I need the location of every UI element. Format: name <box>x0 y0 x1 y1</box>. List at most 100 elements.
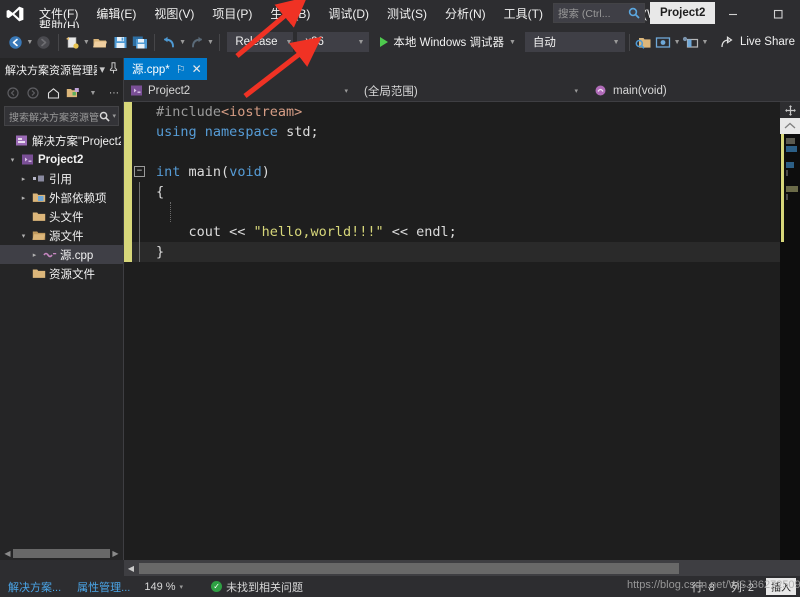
tree-item-source-cpp[interactable]: ▸ 源.cpp <box>0 245 123 264</box>
tree-item-solution[interactable]: 解决方案"Project2" <box>0 131 123 150</box>
code-editor[interactable]: #include<iostream> using namespace std; … <box>124 102 780 560</box>
chevron-down-icon[interactable]: ▼ <box>509 39 516 46</box>
maximize-button[interactable] <box>755 0 800 28</box>
tree-item-resource-files[interactable]: 资源文件 <box>0 264 123 283</box>
fold-collapse-icon[interactable]: − <box>134 166 145 177</box>
pin-icon[interactable] <box>107 62 120 77</box>
code-text: int main(void) <box>152 162 270 182</box>
minimize-button[interactable] <box>710 0 755 28</box>
scroll-left-icon[interactable]: ◀ <box>2 549 13 558</box>
editor-tab-source-cpp[interactable]: 源.cpp* ⚐ ✕ <box>124 58 207 80</box>
glyph-margin[interactable] <box>132 242 152 262</box>
breadcrumb-project[interactable]: Project2 ▾ <box>124 80 356 102</box>
scrollbar-thumb[interactable] <box>13 548 110 558</box>
tree-item-source-files[interactable]: ▾ 源文件 <box>0 226 123 245</box>
menu-edit[interactable]: 编辑(E) <box>87 3 145 25</box>
tab-pin-icon[interactable]: ⚐ <box>176 63 186 76</box>
navigate-back-caret-icon[interactable]: ▼ <box>26 31 34 53</box>
solution-search-input[interactable]: 搜索解决方案资源管 ▾ <box>4 106 119 126</box>
tree-expander[interactable]: ▸ <box>17 175 30 183</box>
solution-icon <box>13 134 30 147</box>
glyph-margin[interactable]: − <box>132 162 152 182</box>
menu-debug[interactable]: 调试(D) <box>319 3 378 25</box>
platform-combo[interactable]: x86 ▼ <box>297 32 370 52</box>
redo-caret-icon[interactable]: ▼ <box>206 31 214 53</box>
breadcrumb-scope[interactable]: (全局范围) ▾ <box>356 80 586 102</box>
panel-dropdown-icon[interactable]: ▾ <box>97 63 107 76</box>
status-property-link[interactable]: 属性管理... <box>69 579 138 595</box>
start-debugging-button[interactable]: 本地 Windows 调试器 ▼ <box>375 31 520 53</box>
glyph-margin[interactable] <box>132 222 152 242</box>
auto-combo[interactable]: 自动 ▼ <box>524 32 625 52</box>
overflow-icon[interactable]: ⋯ <box>105 84 123 102</box>
screenshot-icon[interactable] <box>654 31 672 53</box>
menu-project[interactable]: 项目(P) <box>203 3 261 25</box>
code-token: std; <box>277 124 319 140</box>
save-all-icon[interactable] <box>131 31 149 53</box>
minimap-expand-icon[interactable] <box>780 102 800 118</box>
glyph-margin[interactable] <box>132 142 152 162</box>
tree-item-header-files[interactable]: 头文件 <box>0 207 123 226</box>
scroll-left-icon[interactable]: ◀ <box>124 564 138 573</box>
status-message: ✓ 未找到相关问题 <box>189 579 311 595</box>
new-project-caret-icon[interactable]: ▼ <box>82 31 90 53</box>
menu-build[interactable]: 生成(B) <box>261 3 319 25</box>
undo-icon[interactable] <box>160 31 178 53</box>
undo-caret-icon[interactable]: ▼ <box>179 31 187 53</box>
project-name-chip[interactable]: Project2 <box>650 2 716 24</box>
navigate-back-icon[interactable] <box>7 31 25 53</box>
tree-expander[interactable]: ▾ <box>6 156 19 164</box>
show-all-files-icon[interactable] <box>64 84 82 102</box>
tree-item-references[interactable]: ▸ 引用 <box>0 169 123 188</box>
glyph-margin[interactable] <box>132 102 152 122</box>
glyph-margin[interactable] <box>132 202 152 222</box>
menu-view[interactable]: 视图(V) <box>145 3 203 25</box>
tab-close-icon[interactable]: ✕ <box>192 62 202 76</box>
glyph-margin[interactable] <box>132 122 152 142</box>
status-insert-mode[interactable]: 插入 <box>766 578 796 595</box>
scroll-right-icon[interactable]: ▶ <box>110 549 121 558</box>
menu-analyze[interactable]: 分析(N) <box>436 3 495 25</box>
breadcrumb-member[interactable]: main(void) <box>586 80 800 102</box>
search-input[interactable]: 搜索 (Ctrl... <box>553 3 645 23</box>
chevron-down-icon[interactable]: ▾ <box>180 583 184 591</box>
menu-test[interactable]: 测试(S) <box>378 3 436 25</box>
new-project-icon[interactable] <box>64 31 82 53</box>
layout-caret-icon[interactable]: ▼ <box>701 31 709 53</box>
menu-tools[interactable]: 工具(T) <box>495 3 552 25</box>
tree-item-project[interactable]: ▾ Project2 <box>0 150 123 169</box>
minimap-body[interactable] <box>780 118 800 560</box>
live-share-button[interactable]: Live Share <box>715 31 800 53</box>
zoom-value: 149 % <box>144 580 176 593</box>
minimap-viewport-thumb[interactable] <box>780 118 800 134</box>
solution-explorer-toolbar-caret-icon[interactable]: ▼ <box>84 84 102 102</box>
save-icon[interactable] <box>111 31 129 53</box>
layout-icon[interactable] <box>682 31 700 53</box>
solution-explorer-hscrollbar[interactable]: ◀ ▶ <box>0 546 123 560</box>
editor-hscrollbar[interactable]: ◀ <box>124 560 800 576</box>
folder-open-icon <box>30 229 47 242</box>
minimap-column[interactable] <box>780 102 800 560</box>
glyph-margin[interactable] <box>132 182 152 202</box>
zoom-control[interactable]: 149 % ▾ <box>138 581 189 593</box>
tree-item-external-dependencies[interactable]: ▸ 外部依赖项 <box>0 188 123 207</box>
screenshot-caret-icon[interactable]: ▼ <box>673 31 681 53</box>
tree-expander[interactable]: ▾ <box>17 232 30 240</box>
minimap-line <box>786 146 797 152</box>
find-in-files-icon[interactable] <box>634 31 652 53</box>
title-bar: 文件(F) 编辑(E) 视图(V) 项目(P) 生成(B) 调试(D) 测试(S… <box>0 0 800 28</box>
status-solution-link[interactable]: 解决方案... <box>0 579 69 595</box>
start-debugging-label: 本地 Windows 调试器 <box>393 37 504 49</box>
solution-search-caret-icon[interactable]: ▾ <box>110 112 116 120</box>
tree-expander[interactable]: ▸ <box>17 194 30 202</box>
chevron-down-icon[interactable]: ▾ <box>570 87 582 95</box>
tree-expander[interactable]: ▸ <box>28 251 41 259</box>
open-file-icon[interactable] <box>91 31 109 53</box>
configuration-combo[interactable]: Release ▼ <box>227 32 294 52</box>
home-icon[interactable] <box>44 84 62 102</box>
chevron-down-icon[interactable]: ▾ <box>340 87 352 95</box>
cpp-file-icon <box>41 248 58 261</box>
scrollbar-thumb[interactable] <box>139 562 679 574</box>
code-text: } <box>152 242 164 262</box>
change-indicator <box>124 162 132 182</box>
